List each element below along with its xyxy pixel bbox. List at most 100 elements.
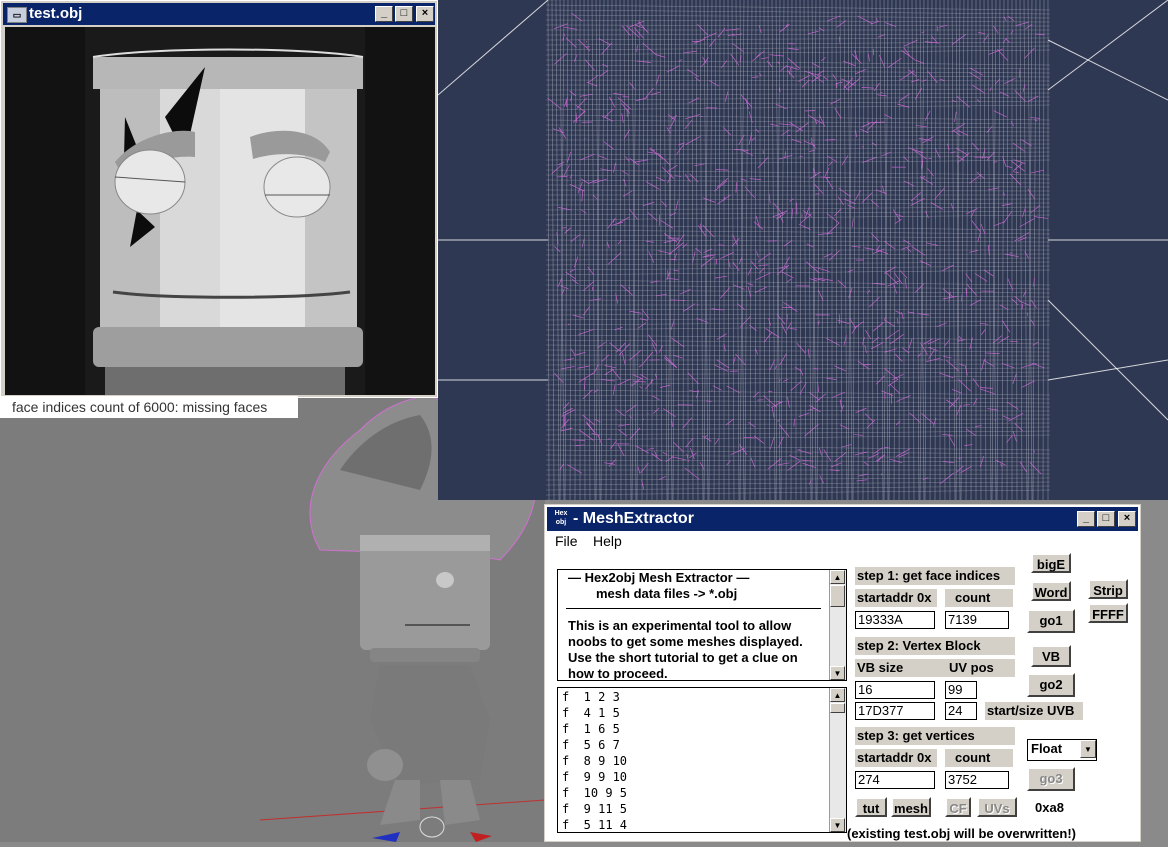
uv-edge [648, 212, 658, 221]
uv-edge [884, 368, 898, 379]
go2-button[interactable]: go2 [1027, 673, 1075, 697]
scroll-down-arrow[interactable]: ▼ [830, 818, 845, 832]
uv-edge [546, 156, 1050, 160]
step3-count-input[interactable]: 3752 [945, 771, 1009, 789]
chevron-down-icon[interactable]: ▼ [1080, 740, 1096, 758]
test-obj-window[interactable]: ▭ test.obj _ □ × [0, 0, 438, 398]
step3-startaddr-input[interactable]: 274 [855, 771, 935, 789]
uvb-size-input[interactable]: 24 [945, 702, 977, 720]
uv-edge [752, 77, 759, 78]
uv-edge [546, 340, 1050, 344]
uv-edge [725, 91, 728, 102]
uv-edge [779, 124, 793, 126]
uv-edge [546, 295, 1050, 297]
faces-list[interactable]: f 1 2 3 f 4 1 5 f 1 6 5 f 5 6 7 f 8 9 10… [557, 687, 847, 833]
uvs-button[interactable]: UVs [977, 797, 1017, 817]
uv-edge [835, 453, 846, 462]
uv-edge [824, 77, 827, 80]
uv-edge [693, 251, 696, 262]
ffff-button[interactable]: FFFF [1088, 603, 1128, 623]
cf-button[interactable]: CF [945, 797, 971, 817]
uv-edge [546, 190, 1050, 191]
uv-edge [709, 40, 715, 47]
scroll-down-arrow[interactable]: ▼ [830, 666, 845, 680]
word-button[interactable]: Word [1031, 581, 1071, 601]
uv-edge [546, 97, 1050, 100]
mesh-extractor-window[interactable]: Hex obj - MeshExtractor _ □ × File Help … [544, 504, 1141, 842]
uv-edge [546, 215, 1050, 220]
uv-edge [643, 202, 654, 205]
uv-edge [685, 468, 700, 479]
menu-help[interactable]: Help [593, 533, 622, 549]
uv-edge [629, 82, 634, 89]
scroll-up-arrow[interactable]: ▲ [830, 688, 845, 702]
uv-edge [821, 57, 825, 61]
bige-button[interactable]: bigE [1031, 553, 1071, 573]
close-button[interactable]: × [416, 6, 434, 22]
uv-edge [779, 155, 792, 159]
uv-layout-view[interactable] [438, 0, 1168, 500]
uv-edge [852, 54, 862, 64]
scroll-thumb[interactable] [830, 585, 845, 607]
menu-file[interactable]: File [555, 533, 578, 549]
maximize-button[interactable]: □ [1097, 511, 1115, 527]
info-subheading: mesh data files -> *.obj [596, 586, 737, 602]
divider [566, 608, 821, 609]
scroll-thumb[interactable] [830, 703, 845, 713]
faces-scrollbar[interactable]: ▲ ▼ [829, 688, 846, 832]
close-button[interactable]: × [1118, 511, 1136, 527]
uv-edge [1010, 174, 1021, 185]
strip-button[interactable]: Strip [1088, 579, 1128, 599]
uv-edge [546, 395, 1050, 399]
title-bar[interactable]: ▭ test.obj _ □ × [3, 3, 435, 25]
scroll-up-arrow[interactable]: ▲ [830, 570, 845, 584]
float-select[interactable]: Float ▼ [1027, 739, 1097, 761]
uv-edge [546, 89, 1050, 90]
tut-button[interactable]: tut [855, 797, 887, 817]
step1-count-input[interactable]: 7139 [945, 611, 1009, 629]
info-scrollbar[interactable]: ▲ ▼ [829, 570, 846, 680]
uv-edge [546, 175, 1050, 179]
uv-edge [852, 218, 853, 227]
info-text-panel[interactable]: — Hex2obj Mesh Extractor — mesh data fil… [557, 569, 847, 681]
uv-edge [1011, 161, 1025, 171]
minimize-button[interactable]: _ [1077, 511, 1095, 527]
info-line: noobs to get some meshes displayed. [568, 634, 803, 650]
uv-edge [577, 366, 589, 368]
obj-preview-canvas[interactable] [5, 27, 435, 395]
title-bar[interactable]: Hex obj - MeshExtractor _ □ × [547, 507, 1138, 531]
uv-edge [902, 348, 909, 353]
step1-startaddr-label: startaddr 0x [855, 589, 937, 607]
uv-edge [546, 350, 1050, 352]
uv-edge [613, 219, 614, 222]
maximize-button[interactable]: □ [395, 6, 413, 22]
go3-button[interactable]: go3 [1027, 767, 1075, 791]
minimize-button[interactable]: _ [375, 6, 393, 22]
uv-edge [583, 307, 590, 316]
uv-edge [546, 235, 1050, 238]
uv-edge [613, 385, 615, 395]
uv-edge [741, 95, 752, 107]
mesh-button[interactable]: mesh [891, 797, 931, 817]
uv-edge [697, 24, 707, 35]
uv-edge [980, 388, 993, 389]
uv-edge [1031, 170, 1044, 173]
uv-edge [651, 453, 662, 461]
uv-edge [922, 32, 925, 33]
uv-edge [809, 150, 814, 151]
vb-button[interactable]: VB [1031, 645, 1071, 667]
float-select-value: Float [1031, 741, 1062, 756]
uv-edge [1003, 416, 1010, 419]
uv-edge [777, 314, 785, 324]
vbsize-input[interactable]: 16 [855, 681, 935, 699]
uv-edge [546, 120, 1050, 124]
uv-edge [546, 42, 1050, 45]
uv-edge [1020, 219, 1035, 227]
uvb-start-input[interactable]: 17D377 [855, 702, 935, 720]
uv-edge [997, 49, 1008, 60]
uv-edge [652, 396, 659, 400]
uvpos-input[interactable]: 99 [945, 681, 977, 699]
go1-button[interactable]: go1 [1027, 609, 1075, 633]
uv-edge [841, 79, 855, 86]
step1-startaddr-input[interactable]: 19333A [855, 611, 935, 629]
